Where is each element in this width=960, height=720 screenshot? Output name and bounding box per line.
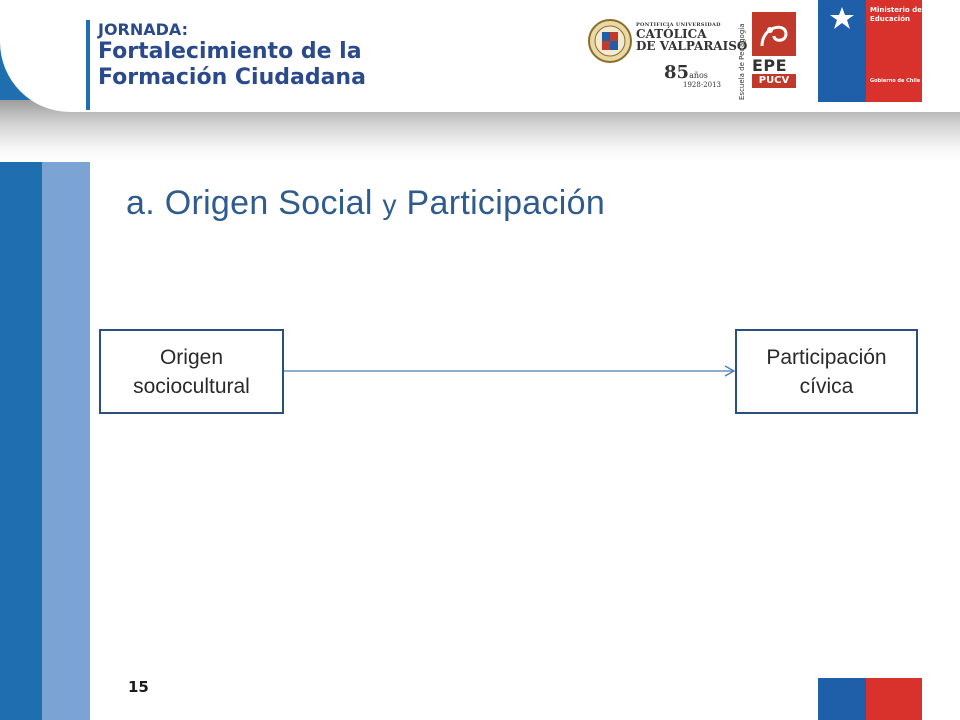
anniversary-range: 1928-2013 <box>683 81 721 89</box>
government-label: Gobierno de Chile <box>870 78 921 84</box>
ministry-name-line-2: Educación <box>870 15 910 23</box>
slide-title-main: a. Origen Social <box>126 184 383 222</box>
school-logo-mark <box>752 12 796 56</box>
slide-title: a. Origen Social y Participación <box>126 184 605 223</box>
header-band: JORNADA: Fortalecimiento de la Formación… <box>0 0 960 112</box>
university-seal-icon <box>588 19 632 63</box>
footer-flag-blue <box>818 678 866 720</box>
school-emblem-icon <box>760 25 788 47</box>
node-label: Participación cívica <box>766 343 886 401</box>
footer-flag-red <box>866 678 922 720</box>
school-sub-acronym: PUCV <box>752 74 796 88</box>
university-name-line-2: DE VALPARAISO <box>636 39 748 53</box>
ministry-name-line-1: Ministerio de <box>870 6 922 14</box>
event-title-line-2: Formación Ciudadana <box>98 65 366 90</box>
event-title-line-1: Fortalecimiento de la <box>98 39 362 64</box>
node-label: Origen sociocultural <box>133 343 250 401</box>
node-label-line-2: cívica <box>799 374 854 398</box>
chile-coat-of-arms-icon <box>830 7 854 29</box>
event-label: JORNADA: <box>98 20 189 39</box>
node-label-line-1: Participación <box>766 345 887 369</box>
university-name: PONTIFICIA UNIVERSIDAD CATÓLICA DE VALPA… <box>636 22 747 52</box>
node-origen-sociocultural: Origen sociocultural <box>99 329 284 414</box>
header-divider <box>86 20 90 110</box>
node-participacion-civica: Participación cívica <box>735 329 918 414</box>
school-acronym: EPE <box>752 56 788 75</box>
anniversary-mark: 85años <box>664 62 708 83</box>
slide-title-rest: Participación <box>396 184 606 222</box>
anniversary-number: 85 <box>664 62 690 83</box>
node-label-line-2: sociocultural <box>133 374 250 398</box>
anniversary-word: años <box>689 71 708 80</box>
node-label-line-1: Origen <box>159 345 223 369</box>
event-title: JORNADA: Fortalecimiento de la Formación… <box>98 20 366 91</box>
ministry-name: Ministerio de Educación <box>870 6 922 24</box>
school-name-vertical: Escuela de Pedagogía <box>738 23 746 100</box>
page-number: 15 <box>128 678 149 696</box>
connector-arrowhead <box>724 365 736 377</box>
slide-title-conjunction: y <box>382 189 397 220</box>
